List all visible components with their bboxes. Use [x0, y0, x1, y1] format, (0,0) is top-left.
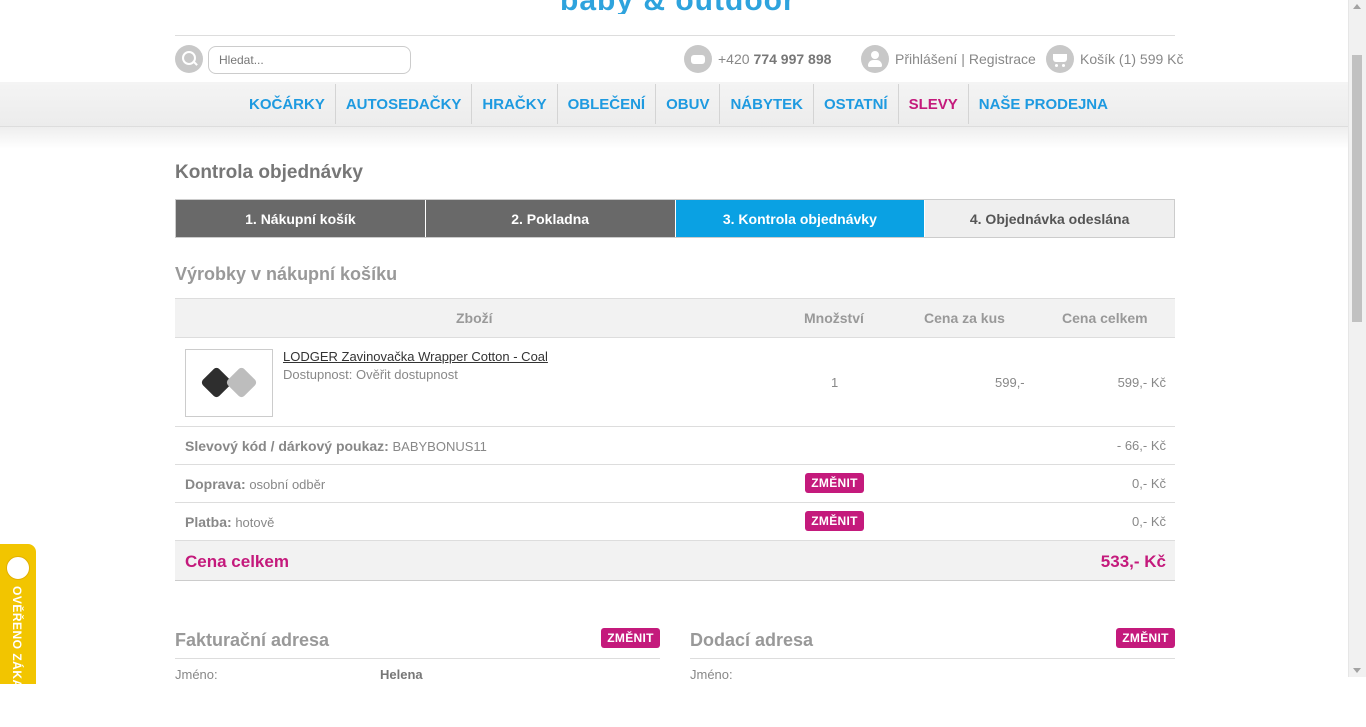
navbar-shadow: [0, 127, 1349, 149]
billing-name-value: Helena: [380, 667, 423, 682]
payment-label: Platba:: [185, 514, 232, 530]
phone-number[interactable]: 774 997 898: [754, 51, 832, 67]
cart-section-title: Výrobky v nákupní košíku: [175, 264, 398, 284]
scroll-up-icon[interactable]: [1353, 4, 1361, 9]
step-checkout[interactable]: 2. Pokladna: [425, 200, 676, 237]
shipping-label-group: Doprava: osobní odběr: [185, 476, 325, 492]
scroll-thumb[interactable]: [1352, 55, 1362, 322]
product-quantity: 1: [831, 375, 839, 390]
cart-link[interactable]: Košík (1) 599 Kč: [1046, 45, 1184, 73]
discount-row: Slevový kód / dárkový poukaz: BABYBONUS1…: [175, 427, 1175, 465]
account-separator: |: [961, 51, 965, 67]
header-product: Zboží: [456, 310, 493, 326]
nav-item-slevy[interactable]: SLEVY: [899, 84, 969, 124]
phone-icon: [684, 45, 712, 73]
shipping-method: osobní odběr: [249, 477, 326, 492]
change-shipping-button[interactable]: ZMĚNIT: [805, 473, 864, 493]
nav-item-nabytek[interactable]: NÁBYTEK: [720, 84, 814, 124]
nav-item-ostatni[interactable]: OSTATNÍ: [814, 84, 899, 124]
payment-row: Platba: hotově ZMĚNIT 0,- Kč: [175, 503, 1175, 541]
discount-label-group: Slevový kód / dárkový poukaz: BABYBONUS1…: [185, 438, 487, 454]
header-unit-price: Cena za kus: [924, 310, 1005, 326]
payment-amount: 0,- Kč: [1132, 514, 1166, 529]
product-availability: Dostupnost: Ověřit dostupnost: [283, 367, 458, 382]
payment-label-group: Platba: hotově: [185, 514, 274, 530]
search-icon[interactable]: [175, 45, 203, 73]
discount-code: BABYBONUS11: [392, 439, 487, 454]
shipping-amount: 0,- Kč: [1132, 476, 1166, 491]
search-input[interactable]: [208, 46, 411, 74]
register-link[interactable]: Registrace: [969, 51, 1036, 67]
table-header: Zboží Množství Cena za kus Cena celkem: [175, 298, 1175, 338]
badge-text: OVĚŘENO ZÁKAZNÍKY: [10, 586, 24, 727]
main-nav: KOČÁRKY AUTOSEDAČKY HRAČKY OBLEČENÍ OBUV…: [239, 84, 1118, 124]
header-divider: [175, 35, 1175, 36]
billing-address: Fakturační adresa ZMĚNIT Jméno: Helena: [175, 628, 660, 688]
verified-badge[interactable]: OVĚŘENO ZÁKAZNÍKY: [0, 544, 36, 727]
cart-icon[interactable]: [1046, 45, 1074, 73]
nav-item-autosedacky[interactable]: AUTOSEDAČKY: [336, 84, 473, 124]
logo[interactable]: baby & outdoor: [470, 0, 870, 14]
checkout-steps: 1. Nákupní košík 2. Pokladna 3. Kontrola…: [175, 199, 1175, 238]
payment-method: hotově: [235, 515, 275, 530]
logo-text: baby & outdoor: [560, 0, 796, 14]
product-name-link[interactable]: LODGER Zavinovačka Wrapper Cotton - Coal: [283, 349, 548, 364]
phone-contact: +420 774 997 898: [684, 45, 831, 73]
header-quantity: Množství: [804, 310, 864, 326]
product-image-light: [225, 366, 258, 399]
header-total: Cena celkem: [1062, 310, 1148, 326]
nav-item-hracky[interactable]: HRAČKY: [472, 84, 558, 124]
shipping-row: Doprava: osobní odběr ZMĚNIT 0,- Kč: [175, 465, 1175, 503]
page-scrollbar[interactable]: [1348, 0, 1366, 677]
page-title: Kontrola objednávky: [175, 162, 363, 183]
grand-total-amount: 533,- Kč: [1100, 552, 1166, 571]
cart-table: Zboží Množství Cena za kus Cena celkem L…: [175, 298, 1175, 581]
product-unit-price: 599,-: [995, 375, 1025, 390]
shipping-label: Doprava:: [185, 476, 246, 492]
step-cart[interactable]: 1. Nákupní košík: [176, 200, 426, 237]
grand-total-label: Cena celkem: [185, 552, 289, 571]
change-billing-button[interactable]: ZMĚNIT: [601, 628, 660, 648]
nav-item-kocarky[interactable]: KOČÁRKY: [239, 84, 336, 124]
grand-total-row: Cena celkem 533,- Kč: [175, 541, 1175, 581]
scroll-down-icon[interactable]: [1353, 668, 1361, 673]
discount-label: Slevový kód / dárkový poukaz:: [185, 438, 389, 454]
badge-seal-icon: [6, 556, 30, 580]
delivery-address: Dodací adresa ZMĚNIT Jméno:: [690, 628, 1175, 688]
cart-summary[interactable]: Košík (1) 599 Kč: [1080, 51, 1184, 67]
delivery-title: Dodací adresa: [690, 630, 814, 650]
nav-item-nase-prodejna[interactable]: NAŠE PRODEJNA: [969, 84, 1118, 124]
step-sent: 4. Objednávka odeslána: [925, 200, 1174, 237]
nav-item-obleceni[interactable]: OBLEČENÍ: [558, 84, 657, 124]
user-icon[interactable]: [861, 45, 889, 73]
change-payment-button[interactable]: ZMĚNIT: [805, 511, 864, 531]
product-thumbnail[interactable]: [185, 349, 273, 417]
delivery-name-label: Jméno:: [690, 667, 733, 682]
step-review: 3. Kontrola objednávky: [675, 200, 926, 237]
login-link[interactable]: Přihlášení: [895, 51, 957, 67]
billing-title: Fakturační adresa: [175, 630, 330, 650]
nav-item-obuv[interactable]: OBUV: [656, 84, 721, 124]
delivery-divider: [690, 658, 1175, 659]
billing-divider: [175, 658, 660, 659]
billing-name-label: Jméno:: [175, 667, 218, 682]
table-row: LODGER Zavinovačka Wrapper Cotton - Coal…: [175, 338, 1175, 427]
product-total: 599,- Kč: [1117, 375, 1166, 390]
account-links: Přihlášení | Registrace: [861, 45, 1036, 73]
phone-prefix: +420: [718, 51, 750, 67]
change-delivery-button[interactable]: ZMĚNIT: [1116, 628, 1175, 648]
discount-amount: - 66,- Kč: [1116, 438, 1166, 453]
